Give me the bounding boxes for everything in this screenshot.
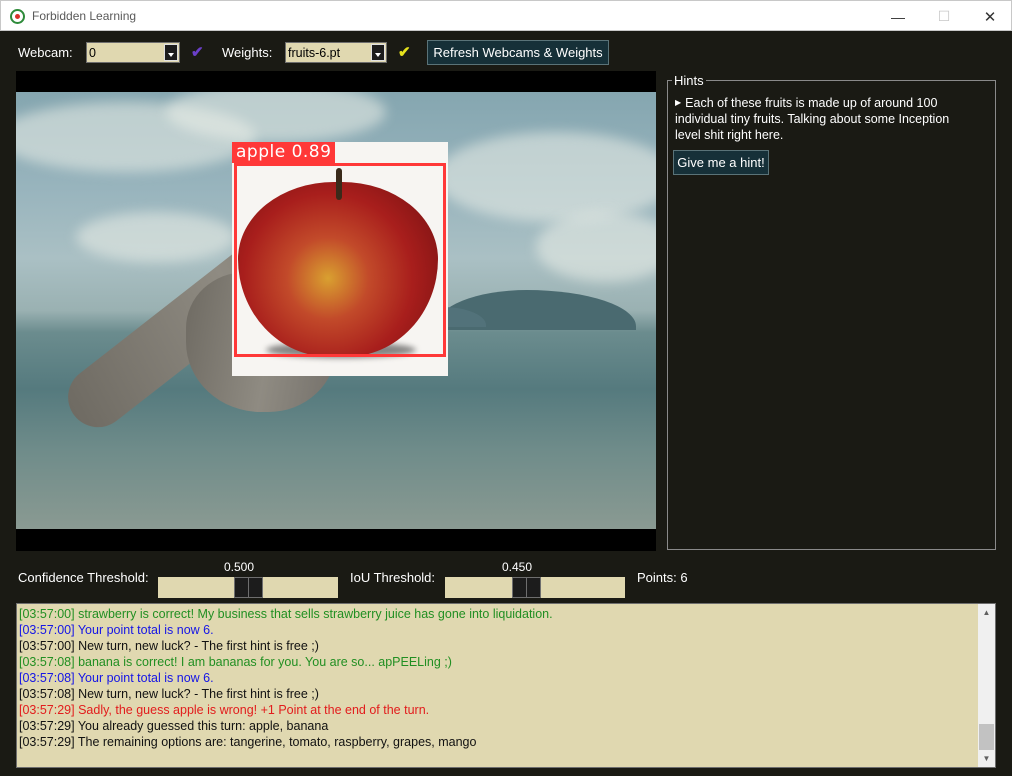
log-entry: [03:57:08] New turn, new luck? - The fir… [19,687,319,701]
webcam-image: apple 0.89 [16,92,656,529]
detection-box [234,163,446,357]
title-bar: Forbidden Learning — ☐ ✕ [0,0,1012,31]
log-entry: [03:57:29] You already guessed this turn… [19,719,329,733]
confidence-threshold-label: Confidence Threshold: [18,570,149,585]
log-entry: [03:57:00] strawberry is correct! My bus… [19,607,553,621]
log-entry: [03:57:08] Your point total is now 6. [19,671,214,685]
scroll-up-icon[interactable]: ▲ [978,604,995,621]
weights-select-value: fruits-6.pt [288,46,341,60]
hint-body: Each of these fruits is made up of aroun… [675,96,950,142]
scroll-down-icon[interactable]: ▼ [978,750,995,767]
close-button[interactable]: ✕ [967,1,1012,32]
log-entry: [03:57:00] Your point total is now 6. [19,623,214,637]
close-icon: ✕ [983,8,997,26]
message-list: [03:57:00] strawberry is correct! My bus… [19,606,977,750]
log-entry: [03:57:08] banana is correct! I am banan… [19,655,452,669]
confidence-threshold-handle[interactable] [234,577,263,598]
webcam-select-value: 0 [89,46,96,60]
weights-label: Weights: [222,45,273,60]
weights-check-icon: ✔ [398,44,411,61]
refresh-button[interactable]: Refresh Webcams & Weights [427,40,609,65]
hints-title: Hints [672,73,706,88]
iou-threshold-label: IoU Threshold: [350,570,436,585]
log-entry: [03:57:29] The remaining options are: ta… [19,735,477,749]
chevron-down-icon[interactable] [164,44,178,61]
log-entry: [03:57:00] New turn, new luck? - The fir… [19,639,319,653]
maximize-icon: ☐ [937,8,951,24]
points-display: Points: 6 [637,570,688,585]
hint-text: ▶ Each of these fruits is made up of arou… [675,95,975,143]
iou-threshold-handle[interactable] [512,577,541,598]
app-logo-icon [10,9,25,24]
chevron-down-icon[interactable] [371,44,385,61]
confidence-threshold-slider[interactable] [158,577,338,598]
give-hint-button[interactable]: Give me a hint! [673,150,769,175]
minimize-icon: — [891,8,905,25]
window-title: Forbidden Learning [32,9,137,23]
webcam-check-icon: ✔ [191,44,204,61]
webcam-label: Webcam: [18,45,73,60]
bullet-icon: ▶ [675,98,682,107]
message-log[interactable]: [03:57:00] strawberry is correct! My bus… [16,603,996,768]
log-scrollbar[interactable]: ▲ ▼ [978,604,995,767]
confidence-threshold-value: 0.500 [224,560,255,574]
webcam-select[interactable]: 0 [86,42,180,63]
iou-threshold-value: 0.450 [502,560,533,574]
maximize-button[interactable]: ☐ [921,1,967,32]
minimize-button[interactable]: — [875,1,921,32]
scrollbar-thumb[interactable] [979,724,994,750]
log-entry: [03:57:29] Sadly, the guess apple is wro… [19,703,430,717]
weights-select[interactable]: fruits-6.pt [285,42,387,63]
webcam-feed: apple 0.89 [16,71,656,551]
iou-threshold-slider[interactable] [445,577,625,598]
detection-label: apple 0.89 [232,142,336,163]
